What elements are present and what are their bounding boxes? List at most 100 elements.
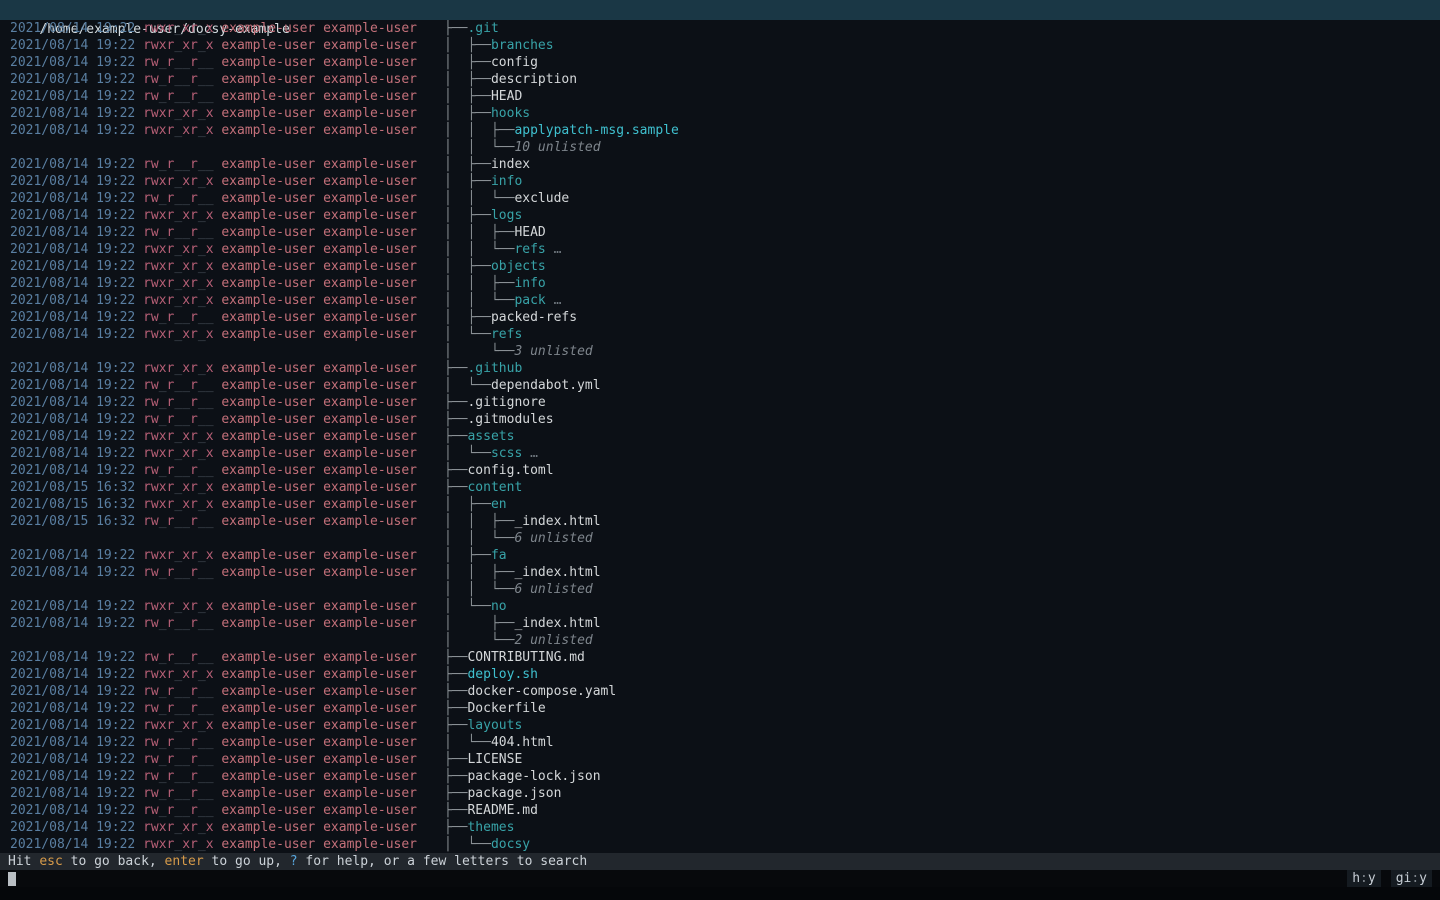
dir-name[interactable]: scss: [491, 446, 522, 461]
file-row[interactable]: │ │ └──6 unlisted: [0, 530, 1440, 547]
file-row[interactable]: 2021/08/14 19:22 rw_r__r__ example-user …: [0, 88, 1440, 105]
file-row[interactable]: │ │ └──6 unlisted: [0, 581, 1440, 598]
file-row[interactable]: 2021/08/14 19:22 rw_r__r__ example-user …: [0, 751, 1440, 768]
file-row[interactable]: 2021/08/14 19:22 rw_r__r__ example-user …: [0, 377, 1440, 394]
file-name[interactable]: CONTRIBUTING.md: [467, 650, 584, 665]
file-row[interactable]: 2021/08/14 19:22 rw_r__r__ example-user …: [0, 156, 1440, 173]
dir-name[interactable]: assets: [467, 429, 514, 444]
dir-name[interactable]: logs: [491, 208, 522, 223]
file-row[interactable]: 2021/08/14 19:22 rw_r__r__ example-user …: [0, 683, 1440, 700]
file-row[interactable]: 2021/08/14 19:22 rwxr_xr_x example-user …: [0, 173, 1440, 190]
file-name[interactable]: docker-compose.yaml: [467, 684, 616, 699]
file-name[interactable]: config.toml: [467, 463, 553, 478]
file-row[interactable]: 2021/08/15 16:32 rw_r__r__ example-user …: [0, 513, 1440, 530]
file-row[interactable]: 2021/08/14 19:22 rw_r__r__ example-user …: [0, 190, 1440, 207]
file-row[interactable]: 2021/08/14 19:22 rwxr_xr_x example-user …: [0, 666, 1440, 683]
file-row[interactable]: 2021/08/14 19:22 rwxr_xr_x example-user …: [0, 105, 1440, 122]
file-row[interactable]: 2021/08/14 19:22 rw_r__r__ example-user …: [0, 785, 1440, 802]
file-name[interactable]: LICENSE: [467, 752, 522, 767]
file-row[interactable]: 2021/08/14 19:22 rwxr_xr_x example-user …: [0, 275, 1440, 292]
dir-name[interactable]: refs: [514, 242, 545, 257]
file-row[interactable]: 2021/08/14 19:22 rwxr_xr_x example-user …: [0, 20, 1440, 37]
file-name[interactable]: README.md: [467, 803, 537, 818]
file-row[interactable]: 2021/08/14 19:22 rw_r__r__ example-user …: [0, 768, 1440, 785]
file-name[interactable]: _index.html: [514, 514, 600, 529]
dir-name[interactable]: hooks: [491, 106, 530, 121]
file-row[interactable]: │ └──3 unlisted: [0, 343, 1440, 360]
file-name[interactable]: HEAD: [491, 89, 522, 104]
file-row[interactable]: 2021/08/14 19:22 rwxr_xr_x example-user …: [0, 241, 1440, 258]
file-row[interactable]: 2021/08/14 19:22 rwxr_xr_x example-user …: [0, 836, 1440, 853]
file-row[interactable]: 2021/08/14 19:22 rw_r__r__ example-user …: [0, 802, 1440, 819]
dir-name[interactable]: no: [491, 599, 507, 614]
file-row[interactable]: 2021/08/14 19:22 rwxr_xr_x example-user …: [0, 819, 1440, 836]
file-permissions: rwxr_xr_x: [143, 667, 213, 682]
dir-name[interactable]: pack: [514, 293, 545, 308]
dir-name[interactable]: refs: [491, 327, 522, 342]
file-name[interactable]: package.json: [467, 786, 561, 801]
file-row[interactable]: 2021/08/14 19:22 rw_r__r__ example-user …: [0, 462, 1440, 479]
path-bar[interactable]: /home/example-user/docsy-example: [0, 0, 1440, 20]
file-row[interactable]: 2021/08/14 19:22 rw_r__r__ example-user …: [0, 394, 1440, 411]
file-row[interactable]: 2021/08/14 19:22 rw_r__r__ example-user …: [0, 615, 1440, 632]
file-meta: 2021/08/14 19:22 rw_r__r__ example-user …: [0, 394, 444, 411]
file-name[interactable]: description: [491, 72, 577, 87]
file-name[interactable]: packed-refs: [491, 310, 577, 325]
status-key-?: ?: [290, 854, 298, 869]
file-row[interactable]: 2021/08/14 19:22 rw_r__r__ example-user …: [0, 309, 1440, 326]
file-row[interactable]: 2021/08/14 19:22 rwxr_xr_x example-user …: [0, 292, 1440, 309]
file-name[interactable]: .gitignore: [467, 395, 545, 410]
file-row[interactable]: 2021/08/14 19:22 rw_r__r__ example-user …: [0, 54, 1440, 71]
file-name[interactable]: config: [491, 55, 538, 70]
dir-name[interactable]: themes: [467, 820, 514, 835]
dir-name[interactable]: branches: [491, 38, 554, 53]
file-row[interactable]: 2021/08/14 19:22 rw_r__r__ example-user …: [0, 411, 1440, 428]
dir-name[interactable]: objects: [491, 259, 546, 274]
file-row[interactable]: 2021/08/14 19:22 rwxr_xr_x example-user …: [0, 445, 1440, 462]
file-name[interactable]: _index.html: [514, 565, 600, 580]
file-row[interactable]: 2021/08/14 19:22 rwxr_xr_x example-user …: [0, 37, 1440, 54]
file-row[interactable]: │ └──2 unlisted: [0, 632, 1440, 649]
file-name[interactable]: 404.html: [491, 735, 554, 750]
file-name[interactable]: package-lock.json: [467, 769, 600, 784]
file-row[interactable]: 2021/08/15 16:32 rwxr_xr_x example-user …: [0, 496, 1440, 513]
dir-name[interactable]: fa: [491, 548, 507, 563]
file-row[interactable]: 2021/08/14 19:22 rw_r__r__ example-user …: [0, 71, 1440, 88]
file-name[interactable]: exclude: [514, 191, 569, 206]
file-name[interactable]: deploy.sh: [467, 667, 537, 682]
file-row[interactable]: 2021/08/14 19:22 rwxr_xr_x example-user …: [0, 326, 1440, 343]
dir-name[interactable]: info: [491, 174, 522, 189]
dir-name[interactable]: layouts: [467, 718, 522, 733]
file-row[interactable]: 2021/08/15 16:32 rwxr_xr_x example-user …: [0, 479, 1440, 496]
file-row[interactable]: 2021/08/14 19:22 rwxr_xr_x example-user …: [0, 122, 1440, 139]
command-input-row[interactable]: h:ygi:y: [0, 870, 1440, 887]
dir-name[interactable]: content: [467, 480, 522, 495]
file-permissions: rwxr_xr_x: [143, 259, 213, 274]
file-row[interactable]: 2021/08/14 19:22 rw_r__r__ example-user …: [0, 564, 1440, 581]
file-row[interactable]: 2021/08/14 19:22 rwxr_xr_x example-user …: [0, 547, 1440, 564]
file-row[interactable]: 2021/08/14 19:22 rwxr_xr_x example-user …: [0, 717, 1440, 734]
file-row[interactable]: 2021/08/14 19:22 rw_r__r__ example-user …: [0, 224, 1440, 241]
file-row[interactable]: 2021/08/14 19:22 rwxr_xr_x example-user …: [0, 360, 1440, 377]
dir-name[interactable]: .git: [467, 21, 498, 36]
file-row[interactable]: 2021/08/14 19:22 rw_r__r__ example-user …: [0, 649, 1440, 666]
file-row[interactable]: 2021/08/14 19:22 rwxr_xr_x example-user …: [0, 428, 1440, 445]
file-name[interactable]: .gitmodules: [467, 412, 553, 427]
file-permissions: rw_r__r__: [143, 378, 213, 393]
file-row[interactable]: 2021/08/14 19:22 rw_r__r__ example-user …: [0, 734, 1440, 751]
file-row[interactable]: 2021/08/14 19:22 rwxr_xr_x example-user …: [0, 598, 1440, 615]
file-row[interactable]: 2021/08/14 19:22 rwxr_xr_x example-user …: [0, 207, 1440, 224]
file-name[interactable]: _index.html: [514, 616, 600, 631]
file-row[interactable]: │ │ └──10 unlisted: [0, 139, 1440, 156]
file-name[interactable]: index: [491, 157, 530, 172]
file-name[interactable]: dependabot.yml: [491, 378, 601, 393]
dir-name[interactable]: docsy: [491, 837, 530, 852]
file-name[interactable]: HEAD: [514, 225, 545, 240]
file-name[interactable]: Dockerfile: [467, 701, 545, 716]
dir-name[interactable]: info: [514, 276, 545, 291]
file-name[interactable]: applypatch-msg.sample: [514, 123, 678, 138]
dir-name[interactable]: en: [491, 497, 507, 512]
file-row[interactable]: 2021/08/14 19:22 rw_r__r__ example-user …: [0, 700, 1440, 717]
dir-name[interactable]: .github: [467, 361, 522, 376]
file-row[interactable]: 2021/08/14 19:22 rwxr_xr_x example-user …: [0, 258, 1440, 275]
